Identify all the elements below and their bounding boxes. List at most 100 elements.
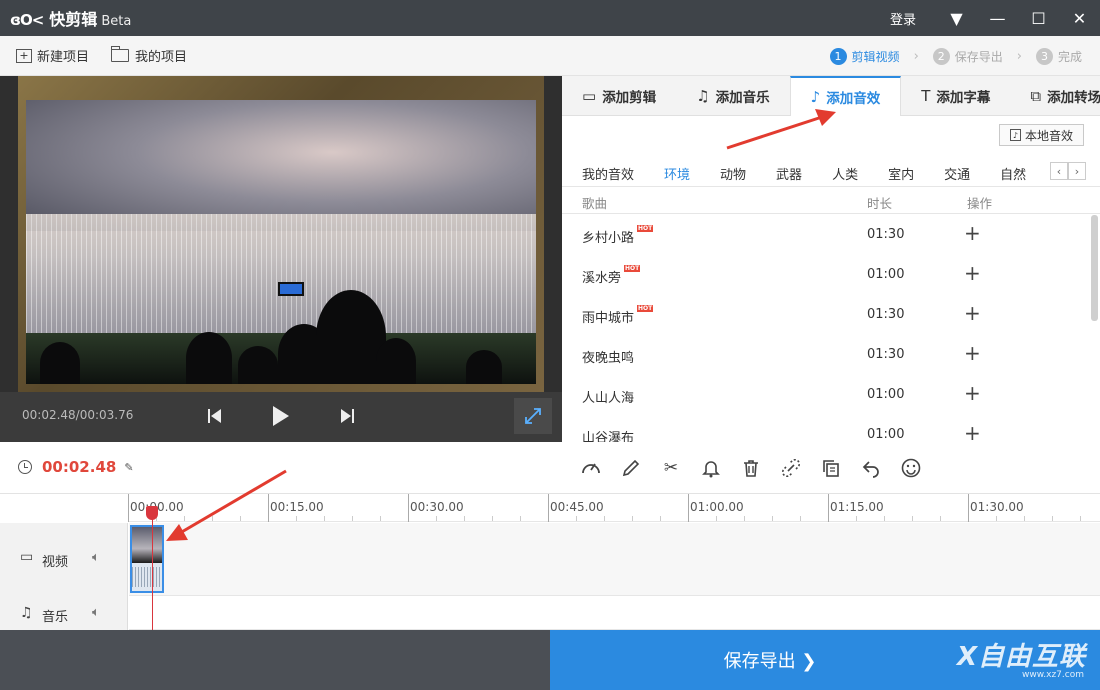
timeline-ruler[interactable]: 00:00.00 00:15.00 00:30.00 00:45.00 01:0… <box>128 494 1100 522</box>
next-frame-icon[interactable] <box>337 404 357 428</box>
video-clip[interactable] <box>130 525 164 593</box>
edit-pencil-icon[interactable]: ✎ <box>124 461 133 474</box>
sound-effect-icon: ♪ <box>810 88 821 106</box>
category-humans[interactable]: 人类 <box>832 164 858 183</box>
ruler-label: 01:00.00 <box>690 500 744 514</box>
playhead-handle[interactable] <box>146 506 158 520</box>
ruler-label: 00:15.00 <box>270 500 324 514</box>
clock-icon <box>18 460 32 474</box>
watermark-url: www.xz7.com <box>1022 670 1084 680</box>
sound-duration: 01:30 <box>867 307 905 322</box>
video-preview: 00:02.48/00:03.76 <box>0 76 562 442</box>
watermark: X自由互联 www.xz7.com <box>956 636 1086 680</box>
bottom-bar: 保存导出 ❯ X自由互联 www.xz7.com <box>0 630 1100 690</box>
app-logo: ɞΟ< 快剪辑 Beta <box>10 6 131 30</box>
video-track[interactable] <box>129 523 1100 596</box>
chevron-right-icon[interactable]: › <box>1068 162 1086 180</box>
tab-add-subtitle[interactable]: T 添加字幕 <box>901 76 1010 116</box>
close-icon[interactable]: ✕ <box>1059 0 1100 36</box>
hot-badge: HOT <box>637 305 654 312</box>
table-row[interactable]: 人山人海 01:00 + <box>562 375 1092 415</box>
my-projects-button[interactable]: 我的项目 <box>111 46 187 65</box>
login-link[interactable]: 登录 <box>890 9 916 28</box>
trash-icon[interactable] <box>738 455 764 481</box>
column-song: 歌曲 <box>582 196 608 211</box>
pencil-icon[interactable] <box>618 455 644 481</box>
category-weapons[interactable]: 武器 <box>776 164 802 183</box>
tab-add-clip[interactable]: ▭ 添加剪辑 <box>562 76 676 116</box>
local-sound-button[interactable]: ♪ 本地音效 <box>998 124 1084 146</box>
speed-gauge-icon[interactable] <box>578 455 604 481</box>
sticker-smile-icon[interactable] <box>898 455 924 481</box>
chevron-right-icon: › <box>913 48 919 64</box>
current-time: 00:02.48 ✎ <box>18 458 134 476</box>
unlink-icon[interactable] <box>778 455 804 481</box>
step-label: 剪辑视频 <box>851 49 900 64</box>
chevron-left-icon[interactable]: ‹ <box>1050 162 1068 180</box>
table-header: 歌曲 时长 操作 <box>562 186 1100 214</box>
maximize-icon[interactable]: ☐ <box>1018 0 1059 36</box>
ruler-label: 01:30.00 <box>970 500 1024 514</box>
category-environment[interactable]: 环境 <box>664 164 690 183</box>
table-row[interactable]: 溪水旁HOT 01:00 + <box>562 255 1092 295</box>
plus-box-icon: + <box>16 48 32 63</box>
video-canvas[interactable] <box>26 100 536 384</box>
bell-icon[interactable] <box>698 455 724 481</box>
ruler-label: 00:30.00 <box>410 500 464 514</box>
sound-duration: 01:00 <box>867 267 905 282</box>
tab-add-transition[interactable]: ⧉ 添加转场 <box>1010 76 1100 116</box>
video-camera-icon: ▭ <box>582 87 597 105</box>
previous-frame-icon[interactable] <box>205 404 225 428</box>
add-plus-icon[interactable]: + <box>964 221 981 245</box>
step-done: 3 完成 <box>1035 47 1082 65</box>
volume-icon[interactable]: 🔈︎ <box>92 550 100 565</box>
tab-add-sound-effect[interactable]: ♪ 添加音效 <box>789 76 902 116</box>
table-row[interactable]: 乡村小路HOT 01:30 + <box>562 215 1092 255</box>
category-nature[interactable]: 自然 <box>1000 164 1026 183</box>
music-track[interactable] <box>129 596 1100 630</box>
folder-icon <box>111 46 130 62</box>
music-track-header: ♫ 音乐 🔈︎ <box>0 596 128 630</box>
new-project-button[interactable]: + 新建项目 <box>16 46 89 65</box>
sound-list: 乡村小路HOT 01:30 + 溪水旁HOT 01:00 + 雨中城市HOT 0… <box>562 215 1092 442</box>
hot-badge: HOT <box>624 265 641 272</box>
play-icon[interactable] <box>271 404 291 428</box>
my-projects-label: 我的项目 <box>135 50 188 65</box>
title-bar: ɞΟ< 快剪辑 Beta 登录 ▼ — ☐ ✕ <box>0 0 1100 36</box>
sound-name: 雨中城市 <box>582 311 635 326</box>
category-animals[interactable]: 动物 <box>720 164 746 183</box>
watermark-text: X自由互联 <box>956 642 1086 672</box>
ruler-label: 01:15.00 <box>830 500 884 514</box>
preview-timecode: 00:02.48/00:03.76 <box>22 408 134 422</box>
category-my-effects[interactable]: 我的音效 <box>582 164 634 183</box>
tab-add-music[interactable]: ♫ 添加音乐 <box>676 76 789 116</box>
transition-icon: ⧉ <box>1030 87 1042 105</box>
video-track-header: ▭ 视频 🔈︎ <box>0 523 128 596</box>
table-row[interactable]: 雨中城市HOT 01:30 + <box>562 295 1092 335</box>
logo-mark: ɞΟ< <box>10 11 44 29</box>
step-number: 3 <box>1035 47 1053 65</box>
undo-icon[interactable] <box>858 455 884 481</box>
copy-icon[interactable] <box>818 455 844 481</box>
add-plus-icon[interactable]: + <box>964 301 981 325</box>
fullscreen-icon[interactable] <box>514 398 552 434</box>
scissors-icon[interactable]: ✂ <box>658 455 684 481</box>
add-plus-icon[interactable]: + <box>964 381 981 405</box>
list-scrollbar[interactable] <box>1091 215 1098 321</box>
step-label: 保存导出 <box>954 49 1003 64</box>
table-row[interactable]: 夜晚虫鸣 01:30 + <box>562 335 1092 375</box>
local-sound-label: 本地音效 <box>1024 128 1073 143</box>
step-edit: 1 剪辑视频 <box>829 47 900 65</box>
menu-dropdown-icon[interactable]: ▼ <box>936 0 977 36</box>
category-indoor[interactable]: 室内 <box>888 164 914 183</box>
minimize-icon[interactable]: — <box>977 0 1018 36</box>
category-traffic[interactable]: 交通 <box>944 164 970 183</box>
add-plus-icon[interactable]: + <box>964 421 981 442</box>
add-plus-icon[interactable]: + <box>964 261 981 285</box>
volume-icon[interactable]: 🔈︎ <box>92 605 100 620</box>
table-row[interactable]: 山谷瀑布 01:00 + <box>562 415 1092 442</box>
add-plus-icon[interactable]: + <box>964 341 981 365</box>
app-edition: Beta <box>101 14 132 29</box>
timeline: 00:00.00 00:15.00 00:30.00 00:45.00 01:0… <box>0 494 1100 630</box>
music-note-icon: ♫ <box>696 87 710 105</box>
